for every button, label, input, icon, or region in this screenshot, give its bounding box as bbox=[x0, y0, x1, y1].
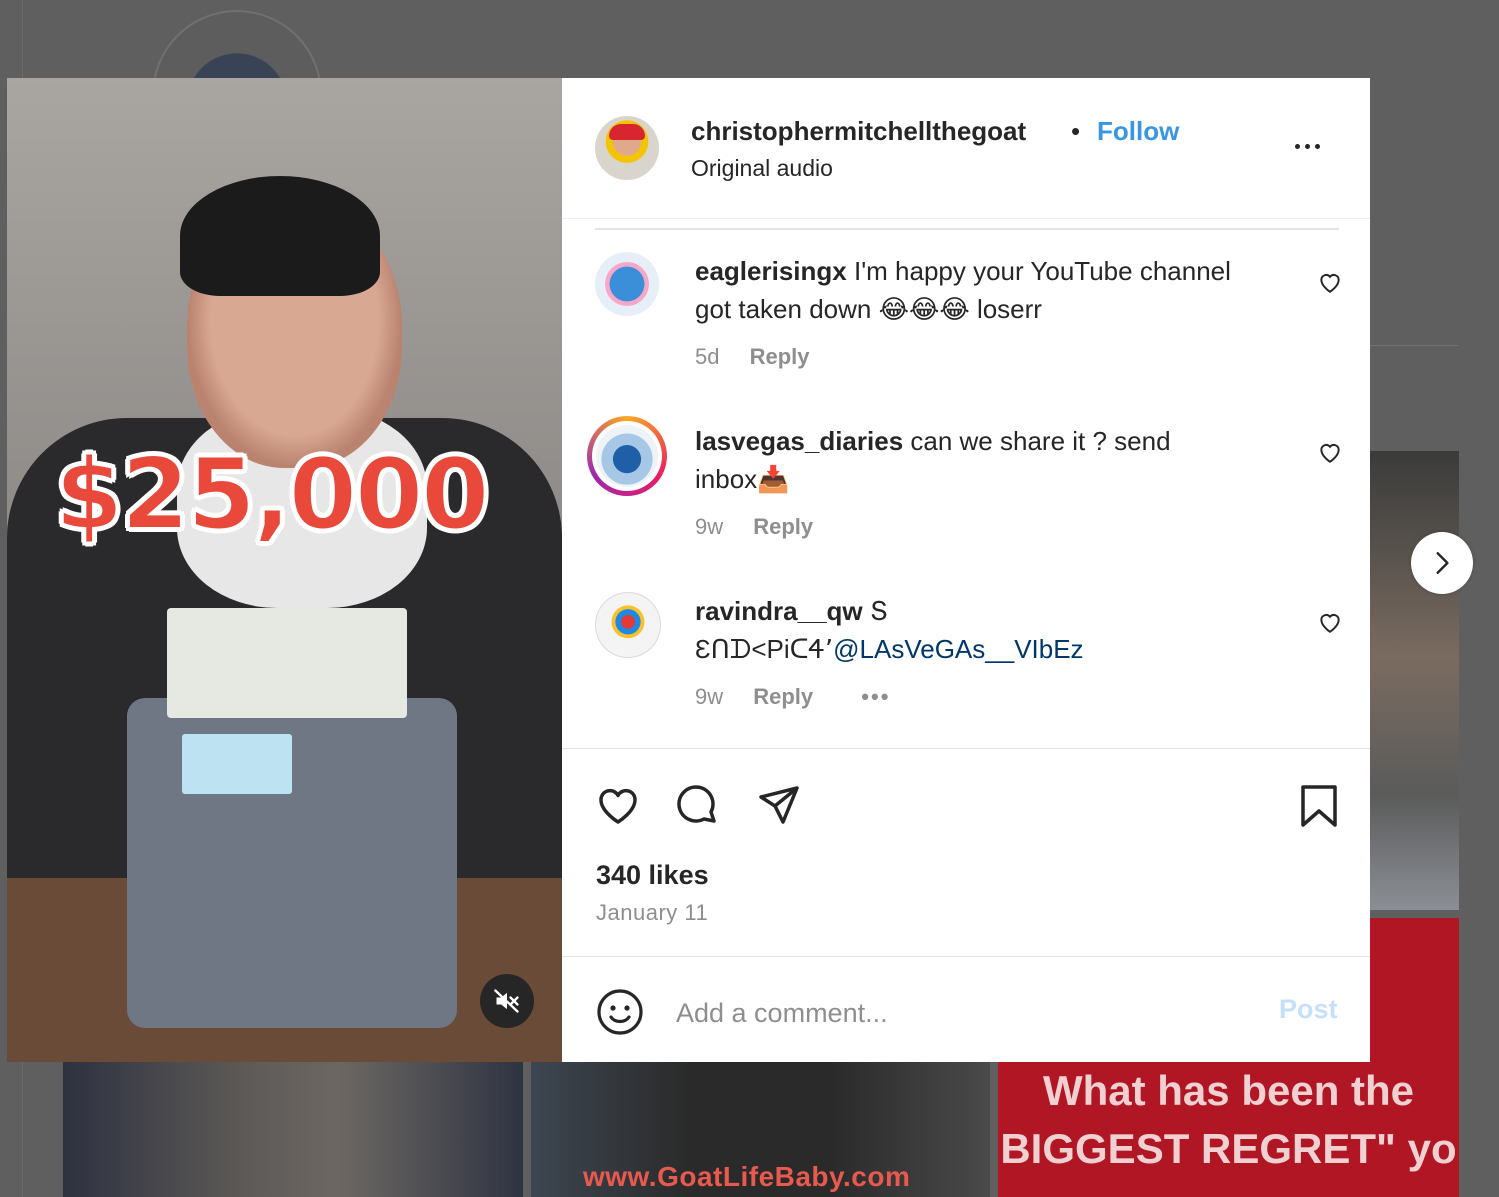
background-tile-caption: What has been the BIGGEST REGRET" yo bbox=[998, 1062, 1459, 1178]
more-icon bbox=[1295, 143, 1300, 149]
post-comment-button[interactable]: Post bbox=[1279, 994, 1338, 1025]
chevron-right-icon bbox=[1436, 552, 1449, 574]
commenter-avatar[interactable] bbox=[595, 592, 661, 658]
mute-icon bbox=[494, 989, 519, 1013]
background-tile-caption-line: BIGGEST REGRET" yo bbox=[1000, 1125, 1457, 1172]
like-count[interactable]: 340 likes bbox=[596, 860, 709, 891]
composer-divider bbox=[562, 956, 1370, 957]
post-details-panel: christophermitchellthegoat • Follow Orig… bbox=[562, 78, 1370, 1062]
more-icon bbox=[1305, 143, 1310, 149]
comment-meta: 5d Reply bbox=[695, 344, 810, 370]
comment-text-line: got taken down 😂😂😂 loserr bbox=[695, 294, 1042, 324]
comments-divider bbox=[595, 228, 1339, 230]
like-icon[interactable] bbox=[594, 782, 642, 830]
comment-age: 9w bbox=[695, 684, 724, 709]
header-separator: • bbox=[1071, 116, 1081, 146]
background-tile-caption-line: What has been the bbox=[1042, 1067, 1415, 1114]
video-overlay-text: $25,000 bbox=[54, 437, 490, 553]
commenter-avatar bbox=[596, 425, 658, 487]
comment-text-line: ƐՈᗪ<ΡiᑕᏎ՚ bbox=[695, 634, 834, 664]
video-person-cap bbox=[180, 176, 380, 296]
comment-username[interactable]: ravindra__qw bbox=[695, 596, 863, 626]
comment-age: 5d bbox=[695, 344, 720, 369]
post-date: January 11 bbox=[596, 900, 709, 925]
comment-text: ravindra__qw Տ ƐՈᗪ<ΡiᑕᏎ՚@LAsVeGAs__VIbEz bbox=[695, 592, 1295, 668]
reply-button[interactable]: Reply bbox=[750, 344, 810, 369]
reply-button[interactable]: Reply bbox=[753, 684, 813, 709]
next-post-button[interactable] bbox=[1411, 532, 1473, 594]
actions-divider bbox=[562, 748, 1370, 749]
comment-text-line: can we share it ? send bbox=[910, 426, 1171, 456]
background-grid-tile bbox=[1370, 451, 1459, 910]
comment-options-button[interactable]: ••• bbox=[861, 684, 890, 709]
comment-like-icon[interactable] bbox=[1317, 439, 1343, 465]
commenter-avatar-story-ring[interactable] bbox=[587, 416, 667, 496]
comment-text-line: I'm happy your YouTube channel bbox=[853, 256, 1231, 286]
background-tile-text: www.GoatLifeBaby.com bbox=[583, 1161, 911, 1192]
author-username[interactable]: christophermitchellthegoat bbox=[691, 116, 1026, 147]
background-grid-tile bbox=[63, 1062, 523, 1197]
bookmark-icon[interactable] bbox=[1295, 782, 1343, 830]
follow-button[interactable]: Follow bbox=[1097, 116, 1179, 147]
video-money-counter bbox=[127, 608, 457, 1028]
background-grid-tile: What has been the BIGGEST REGRET" yo bbox=[998, 1062, 1459, 1197]
share-icon[interactable] bbox=[755, 782, 803, 830]
emoji-icon[interactable] bbox=[596, 988, 644, 1036]
comment-age: 9w bbox=[695, 514, 724, 539]
comment-icon[interactable] bbox=[674, 782, 722, 830]
commenter-avatar[interactable] bbox=[595, 252, 659, 316]
background-rule bbox=[1370, 345, 1458, 346]
comment-text: eaglerisingx I'm happy your YouTube chan… bbox=[695, 252, 1295, 328]
audio-label[interactable]: Original audio bbox=[691, 155, 833, 182]
background-grid-tile: www.GoatLifeBaby.com bbox=[531, 1062, 990, 1197]
post-header: christophermitchellthegoat • Follow Orig… bbox=[562, 78, 1370, 219]
comment-meta: 9w Reply ••• bbox=[695, 684, 890, 710]
comment-text-line: Տ bbox=[869, 596, 889, 626]
video-cash-stack bbox=[167, 608, 407, 718]
video-counter-screen bbox=[182, 734, 292, 794]
comment-meta: 9w Reply bbox=[695, 514, 813, 540]
author-avatar-cap bbox=[609, 124, 645, 140]
background-grid-tile bbox=[1370, 918, 1459, 1063]
more-icon bbox=[1315, 143, 1320, 149]
comment-username[interactable]: lasvegas_diaries bbox=[695, 426, 903, 456]
comment-mention-link[interactable]: @LAsVeGAs__VIbEz bbox=[833, 634, 1083, 664]
post-video[interactable]: $25,000 bbox=[7, 78, 562, 1062]
comment-text: lasvegas_diaries can we share it ? send … bbox=[695, 422, 1295, 498]
more-options-button[interactable] bbox=[1295, 134, 1335, 158]
comment-like-icon[interactable] bbox=[1317, 269, 1343, 295]
author-avatar[interactable] bbox=[595, 116, 659, 180]
comment-text-line: inbox📥 bbox=[695, 464, 790, 494]
mute-button[interactable] bbox=[480, 974, 534, 1028]
reply-button[interactable]: Reply bbox=[753, 514, 813, 539]
comment-username[interactable]: eaglerisingx bbox=[695, 256, 847, 286]
comment-input[interactable] bbox=[674, 990, 1258, 1036]
comment-like-icon[interactable] bbox=[1317, 609, 1343, 635]
